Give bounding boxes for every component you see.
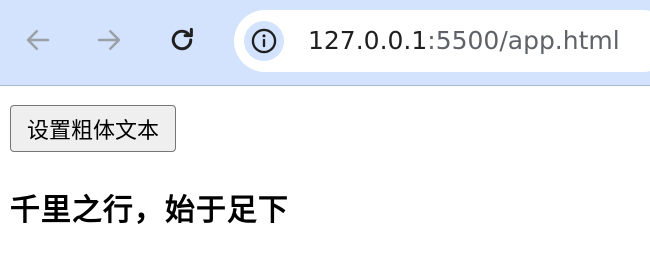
arrow-left-icon xyxy=(26,30,50,50)
page-content: 设置粗体文本 千里之行，始于足下 xyxy=(0,87,650,258)
url-text[interactable]: 127.0.0.1:5500/app.html xyxy=(308,10,620,72)
arrow-right-icon xyxy=(97,30,121,50)
reload-icon xyxy=(171,27,193,51)
url-host: 127.0.0.1 xyxy=(308,26,428,55)
site-info-button[interactable] xyxy=(244,21,284,61)
bold-text: 千里之行，始于足下 xyxy=(10,193,289,228)
reload-button[interactable] xyxy=(162,20,202,60)
back-button[interactable] xyxy=(18,20,58,60)
url-path: :5500/app.html xyxy=(427,26,620,55)
info-icon xyxy=(251,28,277,54)
browser-toolbar: 127.0.0.1:5500/app.html xyxy=(0,0,650,86)
forward-button[interactable] xyxy=(89,20,129,60)
set-bold-text-button[interactable]: 设置粗体文本 xyxy=(10,105,177,152)
address-bar[interactable]: 127.0.0.1:5500/app.html xyxy=(234,10,650,72)
